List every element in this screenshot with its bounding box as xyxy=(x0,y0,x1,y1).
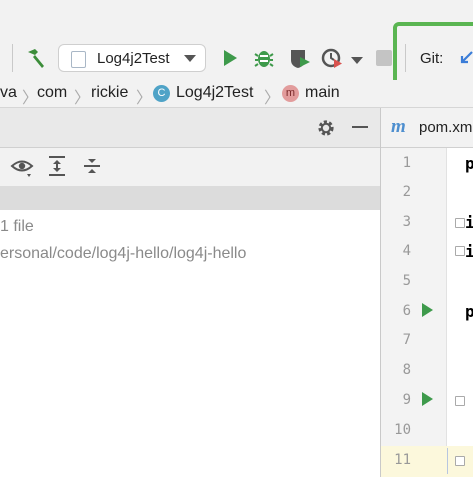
project-path: ersonal/code/log4j-hello/log4j-hello xyxy=(0,245,247,262)
fold-marker-icon[interactable] xyxy=(455,246,465,256)
breadcrumb-item[interactable]: Log4j2Test xyxy=(176,84,253,102)
line-number: 8 xyxy=(402,362,411,378)
code-fragment: i xyxy=(465,213,473,232)
run-gutter-icon[interactable] xyxy=(422,392,433,406)
changed-files-summary: 1 file xyxy=(0,218,34,235)
breadcrumb-item[interactable]: rickie xyxy=(91,84,128,102)
line-number: 1 xyxy=(402,155,411,171)
gear-icon[interactable] xyxy=(316,118,336,138)
run-configuration-dropdown[interactable]: Log4j2Test xyxy=(58,44,206,72)
run-icon[interactable] xyxy=(220,48,240,68)
breadcrumb-separator-icon: 〉 xyxy=(22,90,39,107)
maven-icon: m xyxy=(391,116,406,137)
fold-marker-icon[interactable] xyxy=(455,456,465,466)
run-gutter-icon[interactable] xyxy=(422,303,433,317)
debug-bug-icon[interactable] xyxy=(252,46,276,70)
code-fragment: i xyxy=(465,242,473,261)
chevron-down-icon xyxy=(184,55,196,62)
method-icon: m xyxy=(282,85,299,102)
navigation-bar: va 〉 com 〉 rickie 〉 C Log4j2Test 〉 m mai… xyxy=(0,80,473,108)
chevron-down-icon[interactable] xyxy=(351,57,363,64)
breadcrumb-separator-icon: 〉 xyxy=(74,90,91,107)
run-configuration-label: Log4j2Test xyxy=(97,50,170,67)
breadcrumb-separator-icon: 〉 xyxy=(136,90,153,107)
line-number: 9 xyxy=(402,392,411,408)
editor-tab-pom[interactable]: m pom.xm xyxy=(381,108,473,148)
build-hammer-icon[interactable] xyxy=(24,46,48,70)
file-icon xyxy=(71,51,86,68)
breadcrumb-item[interactable]: com xyxy=(37,84,67,102)
line-number: 2 xyxy=(402,184,411,200)
line-number: 6 xyxy=(402,303,411,319)
fold-marker-icon[interactable] xyxy=(455,396,465,406)
toolbar-separator xyxy=(12,44,13,72)
tool-window-header xyxy=(0,108,380,148)
run-with-coverage-icon[interactable] xyxy=(288,46,312,70)
class-icon: C xyxy=(153,85,170,102)
expand-all-icon[interactable] xyxy=(47,155,67,177)
line-number: 3 xyxy=(402,214,411,230)
line-number: 11 xyxy=(394,452,411,468)
collapse-all-icon[interactable] xyxy=(82,155,102,177)
tool-window-divider xyxy=(0,186,380,210)
tool-window-content: 1 file ersonal/code/log4j-hello/log4j-he… xyxy=(0,210,380,477)
profiler-icon[interactable] xyxy=(320,46,344,70)
line-number: 7 xyxy=(402,332,411,348)
breadcrumb-item[interactable]: va xyxy=(0,84,17,102)
code-fragment: p xyxy=(465,154,473,173)
tool-window-toolbar xyxy=(0,148,380,186)
editor-tab-label: pom.xm xyxy=(419,119,473,136)
minimize-icon[interactable] xyxy=(352,126,368,128)
caret xyxy=(447,448,448,474)
line-number: 5 xyxy=(402,273,411,289)
breadcrumb-item[interactable]: main xyxy=(305,84,340,102)
line-number: 10 xyxy=(394,422,411,438)
line-number: 4 xyxy=(402,243,411,259)
fold-marker-icon[interactable] xyxy=(455,218,465,228)
code-fragment: p xyxy=(465,302,473,321)
eye-icon[interactable] xyxy=(10,156,34,178)
stop-icon[interactable] xyxy=(376,50,392,66)
breadcrumb-separator-icon: 〉 xyxy=(264,90,281,107)
